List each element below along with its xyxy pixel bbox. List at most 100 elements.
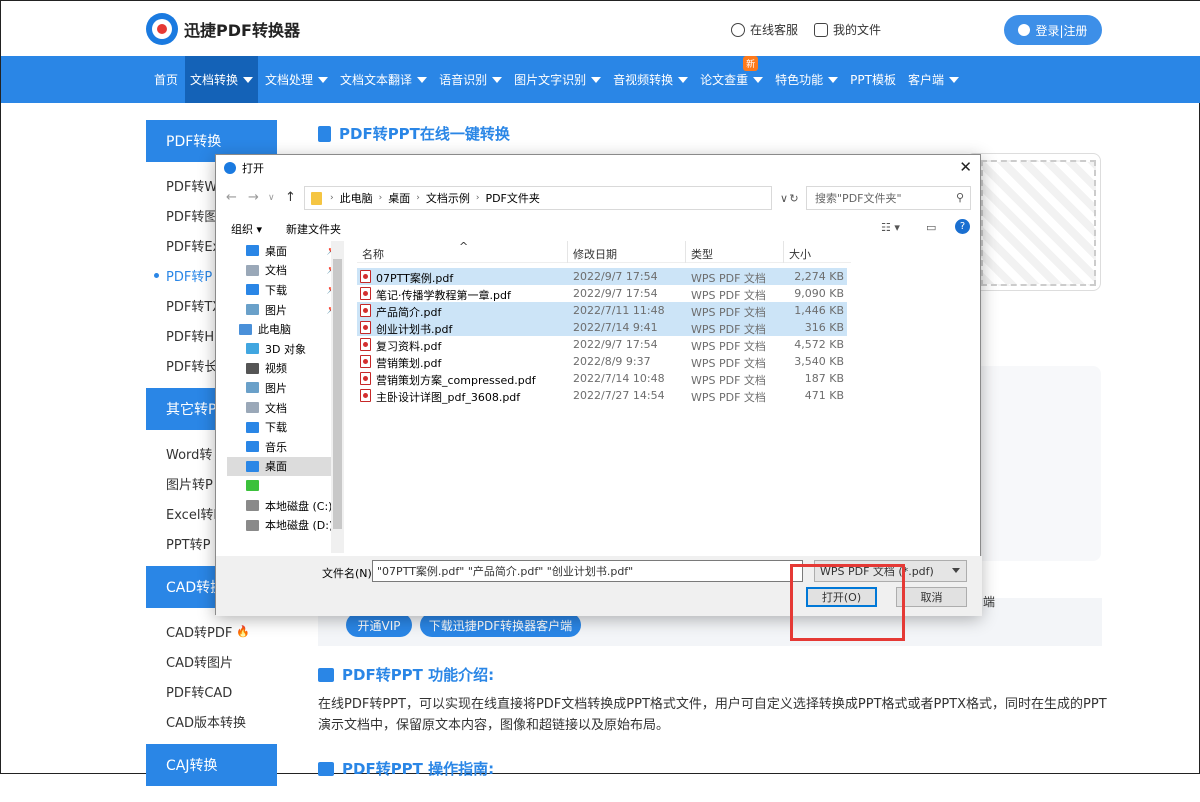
- file-row[interactable]: 主卧设计详图_pdf_3608.pdf 2022/7/27 14:54 WPS PD…: [357, 387, 847, 404]
- file-row[interactable]: 营销策划.pdf 2022/8/9 9:37 WPS PDF 文档 3,540 KB: [357, 353, 847, 370]
- tree-item[interactable]: 3D 对象: [227, 339, 344, 359]
- upload-area[interactable]: [966, 153, 1101, 291]
- sidebar-item[interactable]: CAD转PDF 🔥: [146, 616, 277, 646]
- column-header[interactable]: 类型: [691, 246, 713, 262]
- tree-item[interactable]: 桌面📌: [227, 241, 344, 261]
- nav-item[interactable]: 首页: [149, 56, 183, 103]
- tree-item-label: 本地磁盘 (C:): [265, 499, 333, 513]
- nav-item[interactable]: 音视频转换: [608, 56, 693, 103]
- file-list-header: 名称 修改日期 类型 大小 ^: [357, 240, 851, 263]
- tree-item[interactable]: 下载📌: [227, 280, 344, 300]
- search-input[interactable]: 搜索"PDF文件夹" ⚲: [806, 186, 971, 210]
- tree-item[interactable]: 音乐: [227, 437, 344, 457]
- nav-item[interactable]: 论文查重 新: [695, 56, 768, 103]
- tree-item[interactable]: 桌面: [227, 456, 344, 477]
- sidebar-item[interactable]: PDF转CAD: [146, 676, 277, 706]
- nav-item-label: 文档处理: [265, 73, 314, 87]
- file-row[interactable]: 笔记·传播学教程第一章.pdf 2022/9/7 17:54 WPS PDF 文档 9…: [357, 285, 847, 302]
- breadcrumb-item[interactable]: 此电脑: [340, 190, 373, 206]
- nav-item-label: 论文查重: [700, 73, 749, 87]
- nav-item[interactable]: PPT模板: [845, 56, 901, 103]
- help-icon[interactable]: ?: [955, 219, 970, 234]
- open-vip-button[interactable]: 开通VIP: [346, 613, 412, 637]
- tree-item[interactable]: 文档: [227, 398, 344, 418]
- search-icon: ⚲: [955, 191, 964, 204]
- tree-item[interactable]: 本地磁盘 (C:): [227, 496, 344, 516]
- folder-icon: [246, 362, 259, 374]
- nav-item[interactable]: 文档转换: [185, 56, 259, 103]
- breadcrumb-item[interactable]: 桌面: [388, 190, 410, 206]
- pdf-file-icon: [360, 287, 371, 300]
- file-size: 9,090 KB: [794, 287, 844, 300]
- tree-item[interactable]: 下载: [227, 417, 344, 437]
- nav-item-label: 文档转换: [190, 73, 239, 87]
- tree-item[interactable]: 图片: [227, 378, 344, 398]
- sidebar-item-label: PDF转P: [166, 269, 213, 285]
- online-service-label: 在线客服: [750, 23, 799, 37]
- breadcrumb-item[interactable]: PDF文件夹: [485, 190, 539, 206]
- nav-item[interactable]: 特色功能: [770, 56, 843, 103]
- file-row[interactable]: 07PTT案例.pdf 2022/9/7 17:54 WPS PDF 文档 2,274…: [357, 268, 847, 285]
- back-arrow-icon[interactable]: ←: [226, 190, 237, 205]
- file-name: 创业计划书.pdf: [376, 323, 453, 336]
- nav-item[interactable]: 图片文字识别: [509, 56, 606, 103]
- upload-dropzone[interactable]: [981, 160, 1096, 286]
- file-row[interactable]: 营销策划方案_compressed.pdf 2022/7/14 10:48 WPS …: [357, 370, 847, 387]
- online-service-link[interactable]: 在线客服: [731, 21, 798, 38]
- forward-arrow-icon[interactable]: →: [248, 190, 259, 205]
- file-name: 主卧设计详图_pdf_3608.pdf: [376, 391, 521, 404]
- file-row[interactable]: 产品简介.pdf 2022/7/11 11:48 WPS PDF 文档 1,446 K…: [357, 302, 847, 319]
- folder-icon: [246, 264, 259, 276]
- login-button[interactable]: 登录|注册: [1004, 15, 1102, 45]
- sidebar-item[interactable]: CAD版本转换: [146, 706, 277, 736]
- folder-icon: [246, 284, 259, 296]
- download-client-button[interactable]: 下载迅捷PDF转换器客户端: [420, 613, 581, 637]
- folder-icon: [311, 191, 322, 205]
- nav-item[interactable]: 语音识别: [434, 56, 507, 103]
- file-name: 营销策划.pdf: [376, 357, 442, 370]
- file-row[interactable]: 创业计划书.pdf 2022/7/14 9:41 WPS PDF 文档 316 KB: [357, 319, 847, 336]
- filename-input[interactable]: "07PTT案例.pdf" "产品简介.pdf" "创业计划书.pdf": [372, 560, 803, 582]
- column-header[interactable]: 修改日期: [573, 246, 617, 262]
- tree-item[interactable]: 本地磁盘 (D:): [227, 515, 344, 535]
- preview-pane-icon[interactable]: ▭: [926, 221, 936, 234]
- scroll-thumb[interactable]: [333, 259, 342, 529]
- tree-item[interactable]: 视频: [227, 359, 344, 379]
- recent-dropdown-icon[interactable]: ∨: [268, 193, 275, 203]
- cancel-button[interactable]: 取消: [896, 587, 967, 607]
- nav-item[interactable]: 文档处理: [260, 56, 333, 103]
- chevron-down-icon: [948, 76, 959, 83]
- breadcrumb-item[interactable]: 文档示例: [426, 190, 470, 206]
- address-bar[interactable]: › 此电脑 › 桌面 › 文档示例 › PDF文件夹: [304, 186, 772, 210]
- column-header[interactable]: 大小: [789, 246, 811, 262]
- sidebar-item-label: Word转: [166, 447, 213, 463]
- file-row[interactable]: 复习资料.pdf 2022/9/7 17:54 WPS PDF 文档 4,572 KB: [357, 336, 847, 353]
- sidebar-item-label: PDF转W: [166, 179, 218, 195]
- close-icon[interactable]: ✕: [959, 158, 972, 176]
- tree-item[interactable]: [227, 476, 344, 496]
- tree-item[interactable]: 图片📌: [227, 300, 344, 320]
- file-name: 营销策划方案_compressed.pdf: [376, 374, 536, 387]
- dialog-titlebar[interactable]: 打开: [216, 155, 980, 181]
- tree-scrollbar[interactable]: [331, 241, 344, 553]
- nav-item[interactable]: 文档文本翻译: [335, 56, 432, 103]
- up-arrow-icon[interactable]: ↑: [285, 190, 296, 205]
- chevron-down-icon: [678, 76, 689, 83]
- new-folder-button[interactable]: 新建文件夹: [286, 221, 341, 237]
- chevron-down-icon: [828, 76, 839, 83]
- brand-logo[interactable]: 迅捷PDF转换器: [146, 13, 300, 45]
- refresh-icon[interactable]: ↻: [782, 186, 806, 210]
- view-options-icon[interactable]: ☷ ▾: [881, 221, 900, 234]
- folder-icon: [246, 519, 259, 531]
- tree-item[interactable]: 文档📌: [227, 261, 344, 281]
- column-header[interactable]: 名称: [362, 246, 384, 262]
- organize-menu[interactable]: 组织 ▾: [231, 221, 262, 237]
- my-files-link[interactable]: 我的文件: [814, 21, 881, 38]
- sidebar-item[interactable]: CAD转图片: [146, 646, 277, 676]
- guide-heading: PDF转PPT 操作指南:: [318, 758, 494, 779]
- folder-icon: [246, 421, 259, 433]
- nav-item[interactable]: 客户端: [903, 56, 964, 103]
- tree-item[interactable]: 此电脑: [227, 319, 344, 339]
- sidebar-group-title[interactable]: CAJ转换: [146, 744, 277, 786]
